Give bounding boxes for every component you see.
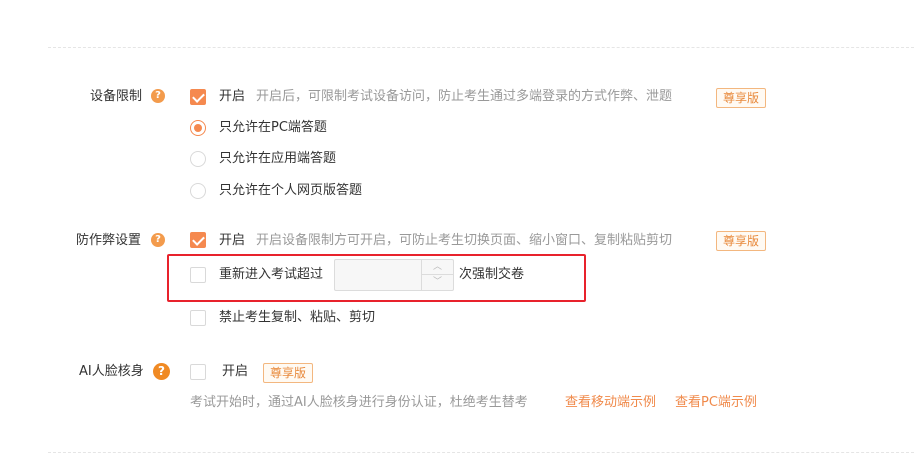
device-limit-description: 开启后，可限制考试设备访问，防止考生通过多端登录的方式作弊、泄题 xyxy=(256,89,673,104)
chevron-down-icon[interactable]: ﹀ xyxy=(422,275,453,290)
ai-face-enable-label[interactable]: 开启 xyxy=(222,363,248,381)
device-limit-premium-badge: 尊享版 xyxy=(716,88,767,108)
device-option-pc-radio[interactable] xyxy=(190,120,206,136)
device-option-app-radio[interactable] xyxy=(190,151,206,167)
anti-cheat-help-icon[interactable]: ? xyxy=(151,233,165,247)
device-option-app-label[interactable]: 只允许在应用端答题 xyxy=(219,150,336,168)
no-copy-checkbox[interactable] xyxy=(190,310,206,326)
device-limit-enable-checkbox[interactable] xyxy=(190,89,206,105)
reenter-count-input[interactable] xyxy=(335,260,421,290)
stepper-arrows: ︿ ﹀ xyxy=(421,260,453,290)
bottom-divider xyxy=(48,452,914,453)
ai-face-help-icon[interactable]: ? xyxy=(153,363,170,380)
device-option-web-label[interactable]: 只允许在个人网页版答题 xyxy=(219,182,362,200)
anti-cheat-label: 防作弊设置 xyxy=(76,233,142,248)
ai-face-label: AI人脸核身 xyxy=(79,364,144,379)
anti-cheat-description: 开启设备限制方可开启，可防止考生切换页面、缩小窗口、复制粘贴剪切 xyxy=(256,233,673,248)
chevron-up-icon[interactable]: ︿ xyxy=(422,260,453,275)
ai-face-description: 考试开始时，通过AI人脸核身进行身份认证，杜绝考生替考 xyxy=(190,395,528,410)
anti-cheat-enable-checkbox[interactable] xyxy=(190,232,206,248)
reenter-limit-checkbox[interactable] xyxy=(190,267,206,283)
ai-face-premium-badge: 尊享版 xyxy=(263,363,314,383)
no-copy-label[interactable]: 禁止考生复制、粘贴、剪切 xyxy=(219,309,375,327)
reenter-limit-prefix: 重新进入考试超过 xyxy=(219,267,324,282)
device-limit-help-icon[interactable]: ? xyxy=(151,89,165,103)
ai-face-enable-checkbox[interactable] xyxy=(190,364,206,380)
reenter-limit-suffix: 次强制交卷 xyxy=(459,267,525,282)
device-option-web-radio[interactable] xyxy=(190,183,206,199)
device-option-pc-label[interactable]: 只允许在PC端答题 xyxy=(219,119,327,137)
device-limit-label: 设备限制 xyxy=(90,89,143,104)
anti-cheat-premium-badge: 尊享版 xyxy=(716,231,767,251)
device-limit-enable-label[interactable]: 开启 xyxy=(219,88,245,106)
reenter-count-stepper[interactable]: ︿ ﹀ xyxy=(334,259,454,291)
anti-cheat-enable-label[interactable]: 开启 xyxy=(219,232,245,250)
ai-face-pc-example-link[interactable]: 查看PC端示例 xyxy=(675,394,757,412)
ai-face-mobile-example-link[interactable]: 查看移动端示例 xyxy=(565,394,656,412)
top-divider xyxy=(48,47,914,48)
